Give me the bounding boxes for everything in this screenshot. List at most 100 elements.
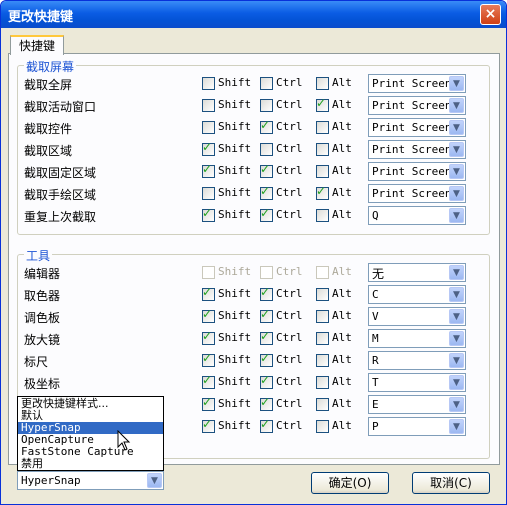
alt-label: Alt bbox=[332, 331, 352, 344]
shift-label: Shift bbox=[218, 186, 252, 199]
key-select-value: Q bbox=[372, 209, 379, 222]
alt-checkbox-box[interactable] bbox=[316, 420, 329, 433]
key-select[interactable]: T ▼ bbox=[368, 373, 466, 392]
alt-checkbox-box[interactable] bbox=[316, 77, 329, 90]
chevron-down-icon[interactable]: ▼ bbox=[449, 76, 464, 91]
shift-checkbox-box[interactable] bbox=[202, 121, 215, 134]
checkmark-icon: ✓ bbox=[260, 417, 271, 431]
shift-label: Shift bbox=[218, 419, 252, 432]
alt-checkbox-box[interactable] bbox=[316, 310, 329, 323]
checkmark-icon: ✓ bbox=[260, 285, 271, 299]
style-dropdown[interactable]: HyperSnap ▼ bbox=[17, 471, 164, 490]
ctrl-label: Ctrl bbox=[276, 142, 303, 155]
checkmark-icon: ✓ bbox=[260, 206, 271, 220]
shortcut-label: 取色器 bbox=[24, 289, 61, 303]
alt-checkbox-box[interactable] bbox=[316, 143, 329, 156]
chevron-down-icon[interactable]: ▼ bbox=[449, 397, 464, 412]
key-select[interactable]: 无 ▼ bbox=[368, 263, 466, 282]
key-select[interactable]: V ▼ bbox=[368, 307, 466, 326]
dropdown-option[interactable]: 禁用 bbox=[18, 458, 163, 470]
key-select[interactable]: C ▼ bbox=[368, 285, 466, 304]
alt-checkbox-box[interactable] bbox=[316, 398, 329, 411]
key-select[interactable]: P ▼ bbox=[368, 417, 466, 436]
checkmark-icon: ✓ bbox=[202, 417, 213, 431]
alt-label: Alt bbox=[332, 76, 352, 89]
shift-checkbox-box[interactable] bbox=[202, 99, 215, 112]
alt-label: Alt bbox=[332, 309, 352, 322]
shift-label: Shift bbox=[218, 76, 252, 89]
ctrl-label: Ctrl bbox=[276, 98, 303, 111]
ctrl-checkbox-box[interactable] bbox=[260, 143, 273, 156]
chevron-down-icon[interactable]: ▼ bbox=[449, 353, 464, 368]
checkmark-icon: ✓ bbox=[202, 285, 213, 299]
ctrl-checkbox-box[interactable] bbox=[260, 99, 273, 112]
chevron-down-icon[interactable]: ▼ bbox=[449, 120, 464, 135]
shortcut-row: 截取控件 Shift ✓ Ctrl Alt Print Screen ▼ bbox=[24, 118, 494, 138]
shift-label: Shift bbox=[218, 142, 252, 155]
key-select[interactable]: Print Screen ▼ bbox=[368, 118, 466, 137]
key-select[interactable]: Print Screen ▼ bbox=[368, 184, 466, 203]
shortcut-label: 截取全屏 bbox=[24, 78, 73, 92]
title-bar[interactable]: 更改快捷键 × bbox=[1, 1, 506, 28]
key-select[interactable]: Print Screen ▼ bbox=[368, 96, 466, 115]
shift-label: Shift bbox=[218, 265, 252, 278]
chevron-down-icon[interactable]: ▼ bbox=[449, 375, 464, 390]
chevron-down-icon[interactable]: ▼ bbox=[147, 473, 162, 488]
chevron-down-icon[interactable]: ▼ bbox=[449, 186, 464, 201]
chevron-down-icon[interactable]: ▼ bbox=[449, 164, 464, 179]
shift-label: Shift bbox=[218, 353, 252, 366]
shortcut-row: 截取手绘区域 Shift ✓ Ctrl ✓ Alt Print Screen ▼ bbox=[24, 184, 494, 204]
alt-label: Alt bbox=[332, 164, 352, 177]
key-select[interactable]: Print Screen ▼ bbox=[368, 74, 466, 93]
cancel-button[interactable]: 取消(C) bbox=[412, 472, 490, 494]
alt-label: Alt bbox=[332, 265, 352, 278]
key-select[interactable]: R ▼ bbox=[368, 351, 466, 370]
checkmark-icon: ✓ bbox=[202, 162, 213, 176]
chevron-down-icon[interactable]: ▼ bbox=[449, 142, 464, 157]
shift-label: Shift bbox=[218, 98, 252, 111]
alt-label: Alt bbox=[332, 419, 352, 432]
alt-label: Alt bbox=[332, 353, 352, 366]
alt-label: Alt bbox=[332, 208, 352, 221]
alt-checkbox-box[interactable] bbox=[316, 376, 329, 389]
close-icon: × bbox=[484, 6, 497, 22]
alt-checkbox-box[interactable] bbox=[316, 288, 329, 301]
key-select-value: Print Screen bbox=[372, 121, 452, 134]
key-select[interactable]: M ▼ bbox=[368, 329, 466, 348]
alt-label: Alt bbox=[332, 142, 352, 155]
alt-checkbox-box[interactable] bbox=[316, 209, 329, 222]
key-select[interactable]: E ▼ bbox=[368, 395, 466, 414]
shortcut-label: 截取活动窗口 bbox=[24, 100, 97, 114]
shortcut-row: 取色器 ✓ Shift ✓ Ctrl Alt C ▼ bbox=[24, 285, 494, 305]
chevron-down-icon[interactable]: ▼ bbox=[449, 331, 464, 346]
chevron-down-icon[interactable]: ▼ bbox=[449, 208, 464, 223]
style-dropdown-list[interactable]: 更改快捷键样式... 默认 HyperSnap OpenCapture FastSton… bbox=[17, 396, 164, 471]
ctrl-checkbox-box[interactable] bbox=[260, 77, 273, 90]
key-select-value: Print Screen bbox=[372, 143, 452, 156]
alt-checkbox-box[interactable] bbox=[316, 121, 329, 134]
shift-label: Shift bbox=[218, 309, 252, 322]
shift-checkbox-box[interactable] bbox=[202, 187, 215, 200]
ok-button[interactable]: 确定(O) bbox=[311, 472, 389, 494]
chevron-down-icon[interactable]: ▼ bbox=[449, 287, 464, 302]
ctrl-checkbox-box bbox=[260, 266, 273, 279]
tab-shortcuts[interactable]: 快捷键 bbox=[10, 35, 64, 55]
shift-checkbox-box[interactable] bbox=[202, 77, 215, 90]
key-select[interactable]: Print Screen ▼ bbox=[368, 140, 466, 159]
chevron-down-icon[interactable]: ▼ bbox=[449, 98, 464, 113]
close-button[interactable]: × bbox=[480, 4, 501, 25]
checkmark-icon: ✓ bbox=[202, 206, 213, 220]
alt-checkbox-box bbox=[316, 266, 329, 279]
chevron-down-icon[interactable]: ▼ bbox=[449, 419, 464, 434]
tools-group-title: 工具 bbox=[24, 247, 53, 264]
alt-checkbox-box[interactable] bbox=[316, 332, 329, 345]
shortcut-label: 极坐标 bbox=[24, 377, 61, 391]
alt-label: Alt bbox=[332, 186, 352, 199]
ctrl-label: Ctrl bbox=[276, 186, 303, 199]
alt-checkbox-box[interactable] bbox=[316, 165, 329, 178]
chevron-down-icon[interactable]: ▼ bbox=[449, 309, 464, 324]
chevron-down-icon[interactable]: ▼ bbox=[449, 265, 464, 280]
key-select[interactable]: Q ▼ bbox=[368, 206, 466, 225]
alt-checkbox-box[interactable] bbox=[316, 354, 329, 367]
key-select[interactable]: Print Screen ▼ bbox=[368, 162, 466, 181]
